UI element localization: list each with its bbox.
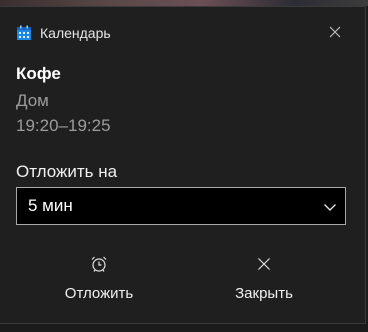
dismiss-button-label: Закрыть — [235, 285, 293, 302]
snooze-label: Отложить на — [16, 162, 118, 181]
alarm-clock-icon — [91, 256, 107, 272]
reminder-notification: Календарь Кофе Дом 19:20–19:25 Отложить … — [0, 6, 366, 324]
calendar-icon — [17, 25, 31, 40]
snooze-button[interactable]: Отложить — [24, 251, 174, 307]
app-name: Календарь — [40, 25, 111, 41]
event-time: 19:20–19:25 — [16, 116, 111, 135]
snooze-button-label: Отложить — [64, 285, 134, 302]
close-notification-button[interactable] — [326, 23, 344, 41]
event-location: Дом — [16, 91, 49, 110]
snooze-duration-value: 5 мин — [28, 196, 73, 215]
close-icon — [258, 258, 270, 270]
snooze-duration-select[interactable]: 5 мин — [16, 187, 346, 225]
event-title: Кофе — [16, 64, 61, 83]
notification-header: Календарь — [16, 23, 111, 43]
close-icon — [329, 26, 341, 38]
chevron-down-icon — [324, 204, 336, 211]
dismiss-button[interactable]: Закрыть — [189, 251, 339, 307]
